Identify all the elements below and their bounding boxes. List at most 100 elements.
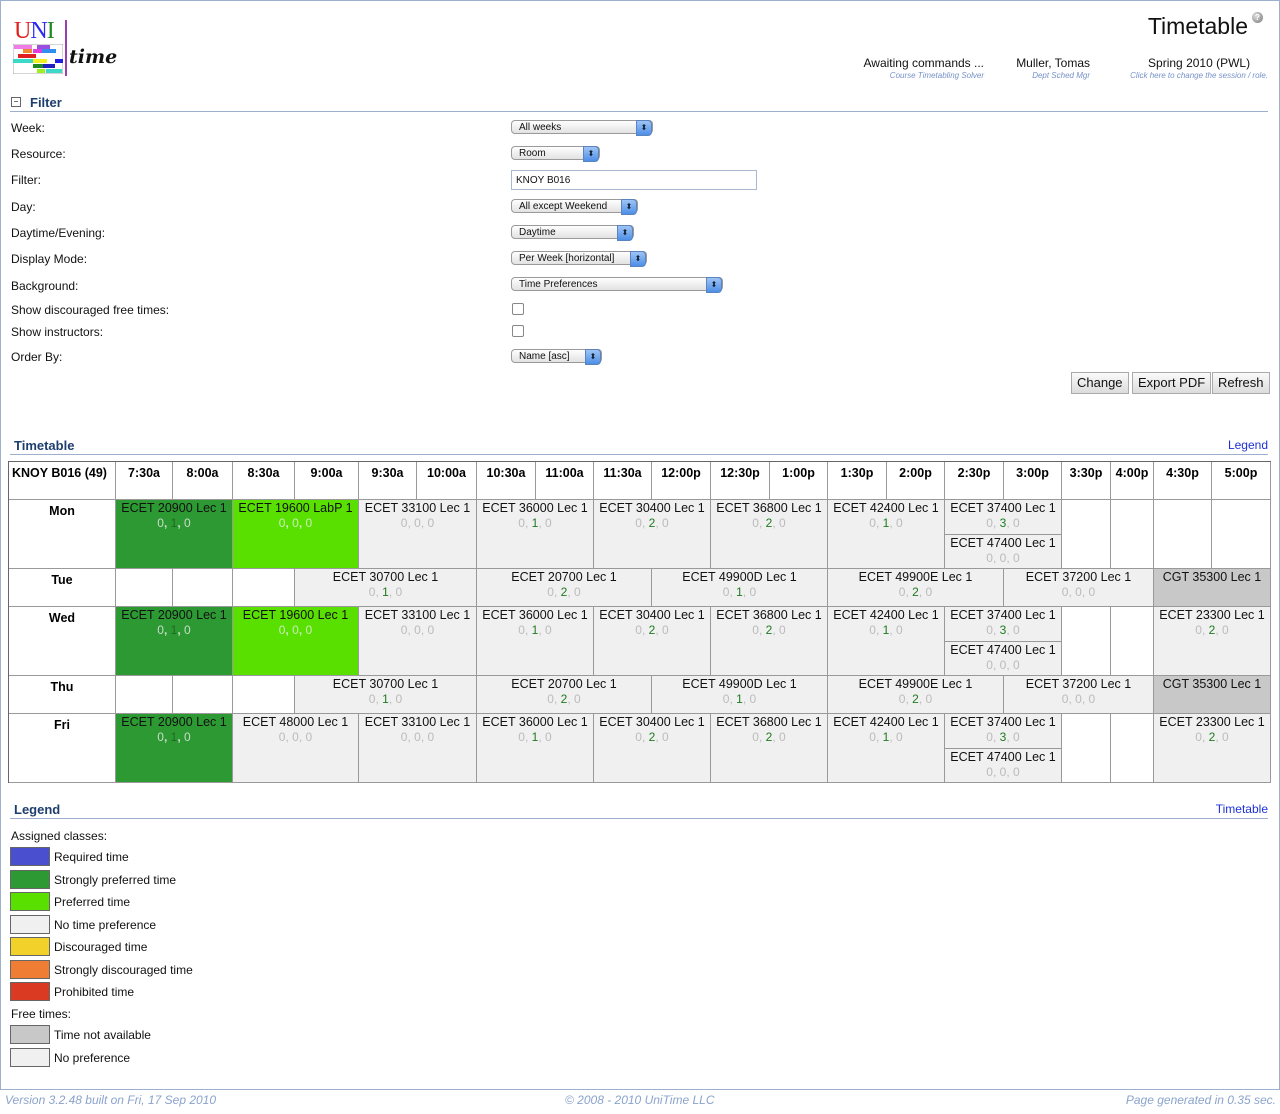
empty-slot[interactable] — [1062, 714, 1111, 783]
resource-select[interactable]: Room ⬍ — [511, 146, 600, 162]
filter-input[interactable] — [511, 170, 757, 190]
order-by-select[interactable]: Name [asc] ⬍ — [511, 349, 602, 365]
class-block[interactable]: ECET 49900E Lec 1 0, 2, 0 — [828, 676, 1004, 714]
class-block[interactable]: ECET 42400 Lec 1 0, 1, 0 — [828, 500, 945, 569]
legend-section-header: Legend Timetable — [10, 800, 1268, 819]
class-block[interactable]: ECET 19600 Lec 1 0, 0, 0 — [233, 607, 359, 676]
class-block[interactable]: ECET 23300 Lec 1 0, 2, 0 — [1154, 607, 1271, 676]
class-block[interactable]: ECET 30700 Lec 1 0, 1, 0 — [295, 676, 477, 714]
class-block[interactable]: ECET 37400 Lec 1 0, 3, 0 — [945, 607, 1062, 642]
class-name: ECET 47400 Lec 1 — [950, 535, 1056, 550]
display-mode-select[interactable]: Per Week [horizontal] ⬍ — [511, 251, 647, 267]
class-block[interactable]: ECET 36000 Lec 1 0, 1, 0 — [477, 714, 594, 783]
day-label: Mon — [9, 500, 116, 569]
class-block[interactable]: ECET 42400 Lec 1 0, 1, 0 — [828, 714, 945, 783]
user-info[interactable]: Muller, Tomas Dept Sched Mgr — [1016, 56, 1090, 80]
class-block[interactable]: ECET 20900 Lec 1 0, 1, 0 — [116, 607, 233, 676]
class-name: ECET 47400 Lec 1 — [950, 642, 1056, 657]
show-instructors-checkbox[interactable] — [512, 325, 524, 337]
empty-slot[interactable] — [116, 676, 173, 714]
empty-slot[interactable] — [1154, 500, 1212, 569]
empty-slot[interactable] — [1212, 500, 1271, 569]
class-block[interactable]: ECET 49900D Lec 1 0, 1, 0 — [652, 676, 828, 714]
legend-link[interactable]: Legend — [1228, 438, 1268, 452]
class-preference: 0, 0, 0 — [1061, 692, 1096, 706]
class-block[interactable]: ECET 37400 Lec 1 0, 3, 0 — [945, 500, 1062, 535]
class-preference: 0, 3, 0 — [986, 730, 1020, 744]
class-block[interactable]: ECET 33100 Lec 1 0, 0, 0 — [359, 714, 477, 783]
daytime-select[interactable]: Daytime ⬍ — [511, 225, 634, 241]
class-block[interactable]: ECET 42400 Lec 1 0, 1, 0 — [828, 607, 945, 676]
logo-grid-icon — [13, 44, 63, 74]
class-block[interactable]: ECET 20700 Lec 1 0, 2, 0 — [477, 676, 652, 714]
class-block[interactable]: ECET 37200 Lec 1 0, 0, 0 — [1004, 676, 1154, 714]
class-block[interactable]: ECET 33100 Lec 1 0, 0, 0 — [359, 607, 477, 676]
class-block[interactable]: ECET 37200 Lec 1 0, 0, 0 — [1004, 569, 1154, 607]
class-block[interactable]: ECET 48000 Lec 1 0, 0, 0 — [233, 714, 359, 783]
empty-slot[interactable] — [173, 676, 233, 714]
collapse-icon[interactable]: − — [11, 97, 21, 107]
background-select[interactable]: Time Preferences ⬍ — [511, 277, 723, 293]
change-button[interactable]: Change — [1071, 372, 1129, 394]
empty-slot[interactable] — [233, 676, 295, 714]
refresh-button[interactable]: Refresh — [1212, 372, 1270, 394]
class-block[interactable]: ECET 33100 Lec 1 0, 0, 0 — [359, 500, 477, 569]
class-block[interactable]: ECET 37400 Lec 1 0, 3, 0 — [945, 714, 1062, 749]
class-block[interactable]: ECET 36800 Lec 1 0, 2, 0 — [711, 500, 828, 569]
show-discouraged-checkbox[interactable] — [512, 303, 524, 315]
class-block[interactable]: ECET 49900E Lec 1 0, 2, 0 — [828, 569, 1004, 607]
empty-slot[interactable] — [233, 569, 295, 607]
class-preference: 0, 0, 0 — [986, 657, 1020, 672]
class-block[interactable]: CGT 35300 Lec 1 — [1154, 676, 1271, 714]
class-block[interactable]: ECET 36000 Lec 1 0, 1, 0 — [477, 500, 594, 569]
version-info: Version 3.2.48 built on Fri, 17 Sep 2010 — [5, 1093, 217, 1107]
empty-slot[interactable] — [1062, 607, 1111, 676]
class-block[interactable]: ECET 20900 Lec 1 0, 1, 0 — [116, 500, 233, 569]
day-select[interactable]: All except Weekend ⬍ — [511, 199, 638, 215]
empty-slot[interactable] — [1062, 500, 1111, 569]
class-name: ECET 20700 Lec 1 — [511, 570, 617, 584]
class-name: ECET 19600 LabP 1 — [238, 501, 353, 515]
class-block[interactable]: ECET 36800 Lec 1 0, 2, 0 — [711, 607, 828, 676]
class-name: CGT 35300 Lec 1 — [1162, 677, 1262, 691]
class-block[interactable]: ECET 47400 Lec 1 0, 0, 0 — [945, 641, 1062, 676]
class-block[interactable]: ECET 36000 Lec 1 0, 1, 0 — [477, 607, 594, 676]
empty-slot[interactable] — [1111, 607, 1154, 676]
class-block[interactable]: ECET 49900D Lec 1 0, 1, 0 — [652, 569, 828, 607]
timetable-link[interactable]: Timetable — [1216, 802, 1268, 816]
class-block[interactable]: ECET 30400 Lec 1 0, 2, 0 — [594, 714, 711, 783]
class-block[interactable]: ECET 47400 Lec 1 0, 0, 0 — [945, 748, 1062, 783]
class-block[interactable]: ECET 30700 Lec 1 0, 1, 0 — [295, 569, 477, 607]
empty-slot[interactable] — [173, 569, 233, 607]
legend-item-label: Strongly preferred time — [54, 872, 177, 887]
legend-swatch — [10, 914, 50, 934]
class-block[interactable]: ECET 19600 LabP 1 0, 0, 0 — [233, 500, 359, 569]
class-preference: 0, 0, 0 — [400, 623, 435, 637]
time-header: 3:30p — [1062, 462, 1111, 500]
empty-slot[interactable] — [1111, 714, 1154, 783]
class-block[interactable]: ECET 47400 Lec 1 0, 0, 0 — [945, 534, 1062, 569]
class-name: ECET 37400 Lec 1 — [950, 501, 1056, 515]
class-block[interactable]: ECET 20900 Lec 1 0, 1, 0 — [116, 714, 233, 783]
class-name: ECET 48000 Lec 1 — [242, 715, 349, 729]
export-pdf-button[interactable]: Export PDF — [1132, 372, 1212, 394]
class-block[interactable]: ECET 23300 Lec 1 0, 2, 0 — [1154, 714, 1271, 783]
class-block[interactable]: ECET 30400 Lec 1 0, 2, 0 — [594, 500, 711, 569]
solver-status[interactable]: Awaiting commands ... Course Timetabling… — [864, 56, 985, 80]
class-block[interactable]: CGT 35300 Lec 1 — [1154, 569, 1271, 607]
week-label: Week: — [11, 121, 45, 135]
unitime-logo[interactable]: UNI time — [13, 18, 117, 78]
order-by-select-value: Name [asc] — [519, 351, 570, 362]
background-select-value: Time Preferences — [519, 279, 598, 290]
session-selector[interactable]: Spring 2010 (PWL) Click here to change t… — [1130, 56, 1268, 80]
class-block[interactable]: ECET 20700 Lec 1 0, 2, 0 — [477, 569, 652, 607]
help-icon[interactable]: ? — [1252, 12, 1263, 23]
time-header: 1:30p — [828, 462, 887, 500]
daytime-select-value: Daytime — [519, 227, 556, 238]
class-name: CGT 35300 Lec 1 — [1162, 570, 1262, 584]
class-block[interactable]: ECET 30400 Lec 1 0, 2, 0 — [594, 607, 711, 676]
week-select[interactable]: All weeks ⬍ — [511, 120, 653, 136]
class-block[interactable]: ECET 36800 Lec 1 0, 2, 0 — [711, 714, 828, 783]
empty-slot[interactable] — [116, 569, 173, 607]
empty-slot[interactable] — [1111, 500, 1154, 569]
